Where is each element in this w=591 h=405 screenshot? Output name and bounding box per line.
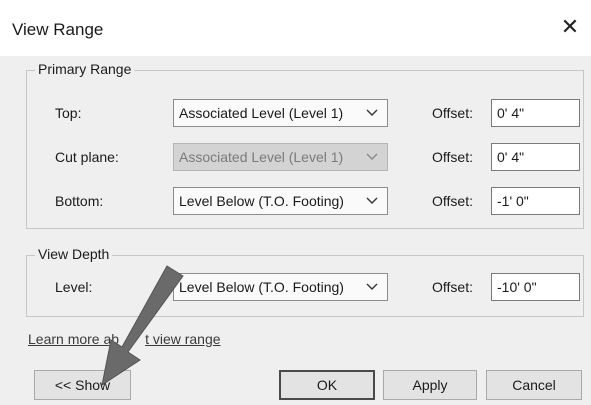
view-depth-level-select[interactable]: Level Below (T.O. Footing) [173,273,388,301]
apply-button[interactable]: Apply [383,370,477,400]
view-depth-offset-label: Offset: [432,279,473,295]
bottom-offset-label: Offset: [432,193,473,209]
top-offset-label: Offset: [432,105,473,121]
ok-button[interactable]: OK [279,370,375,400]
bottom-level-select[interactable]: Level Below (T.O. Footing) [173,187,388,215]
chevron-down-icon [366,283,378,290]
top-level-value: Associated Level (Level 1) [179,105,344,121]
cut-plane-offset-input[interactable]: 0' 4" [491,143,580,171]
view-depth-offset-input[interactable]: -10' 0" [491,273,580,301]
learn-more-link-text-right: t view range [145,331,221,347]
bottom-label: Bottom: [55,193,104,209]
top-label: Top: [55,105,82,121]
cut-plane-label: Cut plane: [55,149,119,165]
dialog-title: View Range [12,20,104,39]
cut-plane-offset-label: Offset: [432,149,473,165]
title-bar: View Range ✕ [0,0,591,56]
learn-more-link-text-left: Learn more ab [28,331,120,347]
bottom-level-value: Level Below (T.O. Footing) [179,193,344,209]
chevron-down-icon [366,197,378,204]
chevron-down-icon [366,153,378,160]
top-offset-input[interactable]: 0' 4" [491,99,580,127]
view-depth-label: View Depth [35,246,113,262]
chevron-down-icon [366,109,378,116]
cut-plane-level-select: Associated Level (Level 1) [173,143,388,171]
show-button[interactable]: << Show [34,370,131,400]
close-icon[interactable]: ✕ [557,14,583,40]
primary-range-label: Primary Range [35,61,135,77]
cut-plane-level-value: Associated Level (Level 1) [179,149,344,165]
level-label: Level: [55,279,93,295]
view-range-dialog: View Range ✕ Primary Range Top: Associat… [0,0,591,405]
top-level-select[interactable]: Associated Level (Level 1) [173,99,388,127]
cancel-button[interactable]: Cancel [486,370,582,400]
learn-more-link[interactable]: Learn more ab t view range [28,331,221,347]
view-depth-level-value: Level Below (T.O. Footing) [179,279,344,295]
bottom-offset-input[interactable]: -1' 0" [491,187,580,215]
